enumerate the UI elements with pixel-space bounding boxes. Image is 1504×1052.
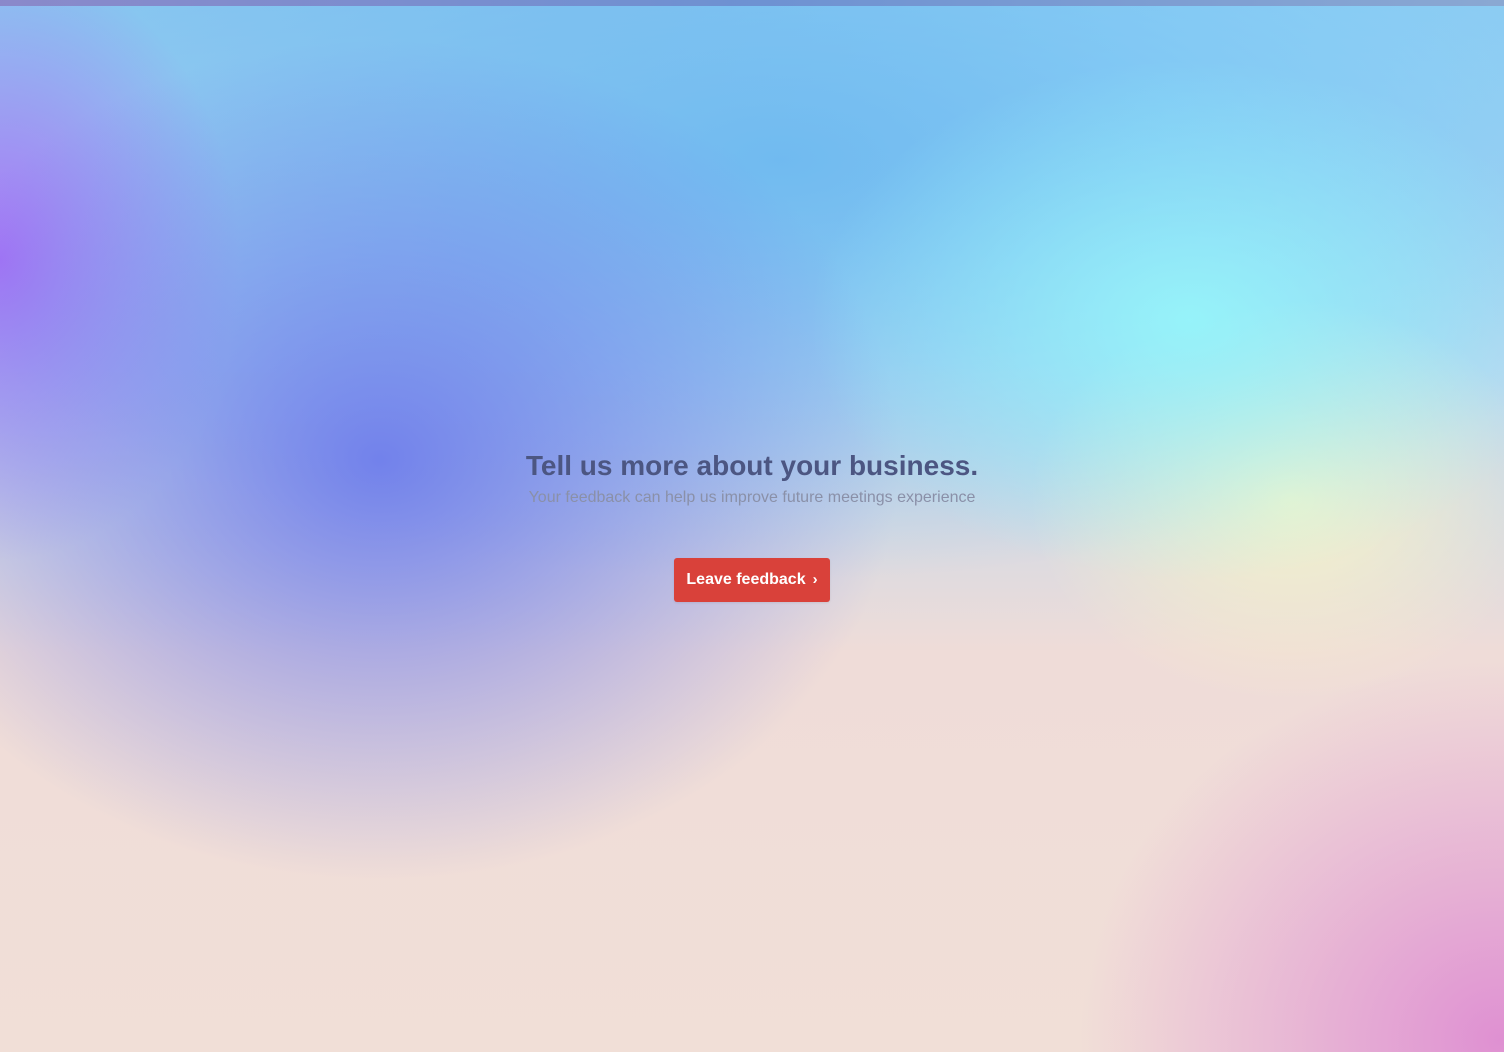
page-subtitle: Your feedback can help us improve future…: [528, 489, 976, 506]
leave-feedback-button[interactable]: Leave feedback ›: [674, 558, 830, 602]
top-bar: [0, 0, 1504, 6]
gradient-background: [0, 0, 1504, 1052]
feedback-prompt: Tell us more about your business. Your f…: [0, 448, 1504, 509]
chevron-right-icon: ›: [812, 570, 818, 588]
leave-feedback-label: Leave feedback: [686, 571, 806, 588]
page-title: Tell us more about your business.: [525, 450, 979, 481]
